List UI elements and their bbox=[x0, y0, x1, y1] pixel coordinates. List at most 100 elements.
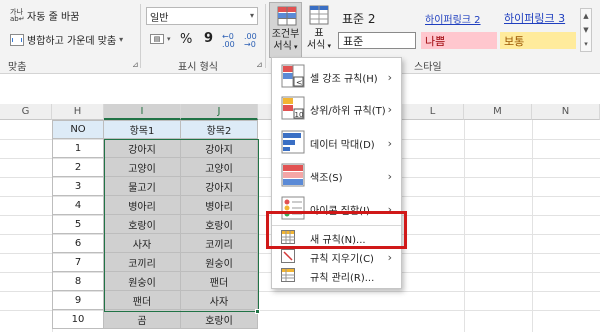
number-format-dropdown[interactable]: 일반 ▾ bbox=[146, 7, 258, 25]
format-as-table-label-line2: 서식 bbox=[306, 40, 326, 51]
style-bad-label: 나쁨 bbox=[425, 34, 446, 48]
row-number-cell[interactable]: 7 bbox=[52, 253, 104, 272]
highlight-cells-icon: < bbox=[281, 64, 305, 91]
format-as-table-button[interactable]: 표 서식 ▾ bbox=[304, 2, 334, 58]
row-number-cell[interactable]: 3 bbox=[52, 177, 104, 196]
menu-item-label: 규칙 지우기(C) bbox=[310, 253, 374, 265]
row-number-cell[interactable]: 5 bbox=[52, 215, 104, 234]
menu-item-highlight-cells[interactable]: < 셀 강조 규칙(H) › bbox=[272, 62, 401, 92]
style-group-label: 스타일 bbox=[414, 62, 442, 73]
style-hyperlink2[interactable]: 하이퍼링크 2 bbox=[421, 10, 497, 27]
style-hyperlink2-label: 하이퍼링크 2 bbox=[425, 15, 481, 26]
format-as-table-icon bbox=[309, 5, 329, 25]
comma-icon: 9 bbox=[204, 31, 214, 46]
table-cell[interactable]: 호랑이 bbox=[181, 310, 258, 329]
chevron-right-icon: › bbox=[387, 250, 392, 264]
style-hyperlink3[interactable]: 하이퍼링크 3 bbox=[500, 9, 576, 26]
decrease-decimal-icon: .00 →0 bbox=[244, 32, 257, 49]
row-number-cell[interactable]: 9 bbox=[52, 291, 104, 310]
top-bottom-rules-icon: 10 bbox=[281, 96, 305, 123]
group-divider bbox=[140, 4, 141, 68]
row-number-cell[interactable]: 10 bbox=[52, 310, 104, 329]
conditional-formatting-label: 조건부 서식 ▾ bbox=[270, 29, 301, 53]
menu-item-color-scales[interactable]: 색조(S) › bbox=[272, 161, 401, 191]
merge-center-icon bbox=[10, 33, 24, 46]
table-cell[interactable]: 곰 bbox=[104, 310, 181, 329]
selection-range bbox=[104, 139, 259, 312]
accounting-format-button[interactable]: ▤ ▾ bbox=[150, 34, 171, 44]
number-dialog-launcher-icon[interactable]: ⊿ bbox=[256, 60, 263, 69]
menu-item-label: 셀 강조 규칙(H) bbox=[310, 73, 378, 85]
header-cell-item2[interactable]: 항목2 bbox=[181, 120, 258, 139]
percent-button[interactable]: % bbox=[180, 32, 192, 47]
group-divider bbox=[265, 4, 266, 68]
style-neutral[interactable]: 보통 bbox=[500, 32, 576, 49]
row-number-cell[interactable]: 6 bbox=[52, 234, 104, 253]
style-hyperlink3-label: 하이퍼링크 3 bbox=[504, 11, 566, 25]
merge-center-dropdown-icon[interactable]: ▾ bbox=[119, 35, 123, 44]
style-bad[interactable]: 나쁨 bbox=[421, 32, 497, 49]
header-cell-item1[interactable]: 항목1 bbox=[104, 120, 181, 139]
wrap-text-label: 자동 줄 바꿈 bbox=[27, 12, 80, 23]
col-header-g[interactable]: G bbox=[0, 104, 52, 120]
wrap-text-icon: 가나 ab↵ bbox=[10, 7, 25, 23]
conditional-formatting-menu: < 셀 강조 규칙(H) › 10 상위/하위 규칙(T) › 데이터 막대(D… bbox=[271, 57, 402, 289]
wrap-text-button[interactable]: 가나 ab↵ 자동 줄 바꿈 bbox=[10, 8, 79, 23]
align-dialog-launcher-icon[interactable]: ⊿ bbox=[132, 60, 139, 69]
conditional-formatting-button[interactable]: 조건부 서식 ▾ bbox=[269, 2, 302, 58]
chevron-down-icon: ▾ bbox=[291, 43, 298, 51]
menu-item-label: 데이터 막대(D) bbox=[310, 139, 375, 151]
svg-text:10: 10 bbox=[295, 111, 304, 119]
header-cell-no[interactable]: NO bbox=[52, 120, 104, 139]
menu-item-top-bottom[interactable]: 10 상위/하위 규칙(T) › bbox=[272, 94, 401, 124]
percent-icon: % bbox=[180, 32, 193, 47]
style-gallery-scroll[interactable]: ▲ ▼ ▾ bbox=[580, 8, 592, 52]
conditional-formatting-label-line1: 조건부 bbox=[271, 29, 300, 40]
style-normal[interactable]: 표준 bbox=[338, 32, 416, 49]
gridline bbox=[532, 120, 533, 332]
align-group-label: 맞춤 bbox=[8, 62, 27, 73]
col-header-m[interactable]: M bbox=[464, 104, 532, 120]
menu-item-label: 상위/하위 규칙(T) bbox=[310, 105, 386, 117]
chevron-down-icon: ▾ bbox=[249, 11, 254, 20]
col-header-h[interactable]: H bbox=[52, 104, 104, 120]
comma-style-button[interactable]: 9 bbox=[204, 31, 213, 46]
menu-item-manage-rules[interactable]: 규칙 관리(R)... bbox=[272, 266, 401, 286]
format-as-table-label: 표 서식 ▾ bbox=[304, 28, 334, 52]
style-normal2[interactable]: 표준 2 bbox=[338, 10, 416, 27]
data-bars-icon bbox=[281, 130, 305, 157]
row-number-cell[interactable]: 8 bbox=[52, 272, 104, 291]
merge-center-label: 병합하고 가운데 맞춤 bbox=[27, 36, 117, 47]
chevron-right-icon: › bbox=[387, 169, 392, 183]
col-header-n[interactable]: N bbox=[532, 104, 600, 120]
row-number-cell[interactable]: 1 bbox=[52, 139, 104, 158]
col-header-j[interactable]: J bbox=[181, 104, 258, 120]
chevron-down-icon: ▾ bbox=[325, 42, 332, 50]
accounting-format-icon: ▤ bbox=[150, 34, 164, 44]
decrease-decimal-button[interactable]: .00 →0 bbox=[244, 33, 257, 49]
menu-item-label: 색조(S) bbox=[310, 172, 343, 184]
col-header-l[interactable]: L bbox=[402, 104, 464, 120]
gallery-more-icon[interactable]: ▾ bbox=[584, 40, 588, 48]
menu-item-label: 규칙 관리(R)... bbox=[310, 272, 375, 284]
menu-item-data-bars[interactable]: 데이터 막대(D) › bbox=[272, 128, 401, 158]
gallery-down-icon[interactable]: ▼ bbox=[583, 26, 588, 34]
increase-decimal-button[interactable]: ←0.00 bbox=[222, 33, 235, 49]
row-number-cell[interactable]: 2 bbox=[52, 158, 104, 177]
manage-rules-icon bbox=[281, 267, 295, 285]
increase-decimal-icon: ←0.00 bbox=[222, 32, 235, 49]
row-number-cell[interactable]: 4 bbox=[52, 196, 104, 215]
style-normal-label: 표준 bbox=[343, 34, 364, 48]
merge-center-button[interactable]: 병합하고 가운데 맞춤 ▾ bbox=[10, 32, 123, 47]
fill-handle[interactable] bbox=[255, 309, 260, 314]
col-header-i[interactable]: I bbox=[104, 104, 181, 120]
style-neutral-label: 보통 bbox=[504, 34, 525, 48]
gallery-up-icon[interactable]: ▲ bbox=[583, 12, 588, 20]
chevron-right-icon: › bbox=[387, 136, 392, 150]
menu-item-clear-rules[interactable]: 규칙 지우기(C) › bbox=[272, 248, 401, 266]
number-format-value: 일반 bbox=[150, 12, 169, 24]
format-as-table-label-line1: 표 bbox=[314, 28, 324, 39]
chevron-down-icon: ▾ bbox=[167, 35, 171, 43]
clear-rules-icon bbox=[281, 248, 295, 266]
conditional-formatting-icon bbox=[277, 6, 297, 26]
